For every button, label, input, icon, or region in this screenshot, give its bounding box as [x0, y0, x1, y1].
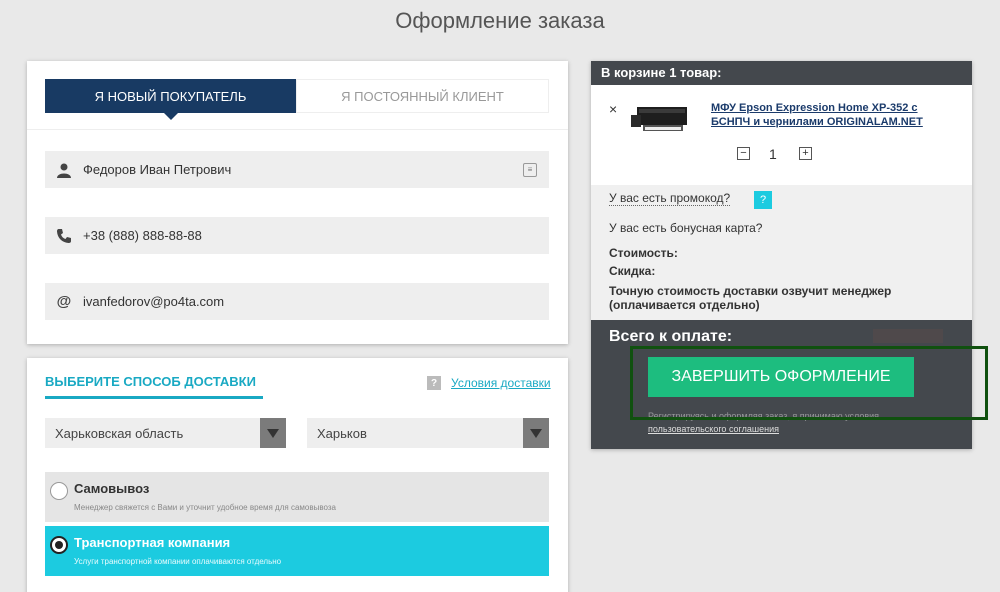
name-value: Федоров Иван Петрович — [83, 162, 232, 177]
customer-card: Я новый покупатель Я постоянный клиент Ф… — [27, 61, 568, 344]
chevron-down-icon[interactable] — [260, 418, 286, 448]
discount-label: Скидка: — [609, 264, 656, 278]
phone-icon — [55, 227, 73, 245]
cost-label: Стоимость: — [609, 246, 678, 260]
quantity-plus-button[interactable]: + — [799, 147, 812, 160]
region-value: Харьковская область — [55, 425, 184, 441]
total-value-blurred — [873, 329, 943, 343]
quantity-minus-button[interactable]: − — [737, 147, 750, 160]
tab-returning-customer[interactable]: Я постоянный клиент — [296, 79, 549, 113]
question-icon[interactable]: ? — [427, 376, 441, 390]
option-name: Самовывоз — [74, 481, 150, 496]
delivery-option-pickup[interactable]: Самовывоз Менеджер свяжется с Вами и уто… — [45, 472, 549, 522]
delivery-terms-link[interactable]: Условия доставки — [451, 376, 551, 390]
delivery-option-transport[interactable]: Транспортная компания Услуги транспортно… — [45, 526, 549, 576]
user-icon — [55, 161, 73, 179]
bonus-card-link[interactable]: У вас есть бонусная карта? — [609, 221, 762, 235]
highlight-box — [630, 346, 988, 420]
shipping-note: Точную стоимость доставки озвучит менедж… — [609, 284, 892, 312]
option-name: Транспортная компания — [74, 535, 231, 550]
tab-new-customer[interactable]: Я новый покупатель — [45, 79, 296, 120]
agreement-link[interactable]: пользовательского соглашения — [648, 424, 779, 434]
phone-field[interactable]: +38 (888) 888-88-88 — [45, 217, 549, 254]
product-link[interactable]: МФУ Epson Expression Home XP-352 с БСНПЧ… — [711, 101, 951, 129]
page-title: Оформление заказа — [395, 8, 605, 33]
phone-value: +38 (888) 888-88-88 — [83, 228, 202, 243]
transport-radio[interactable] — [50, 536, 68, 554]
product-image — [631, 105, 693, 135]
email-value: ivanfedorov@po4ta.com — [83, 294, 225, 309]
delivery-title-underline — [45, 396, 263, 399]
option-description: Услуги транспортной компании оплачиваютс… — [74, 557, 282, 566]
promo-help-icon[interactable]: ? — [754, 191, 772, 209]
cart-summary: У вас есть промокод? ? У вас есть бонусн… — [591, 185, 972, 320]
at-icon: @ — [56, 293, 72, 310]
divider — [27, 129, 568, 130]
email-field[interactable]: @ ivanfedorov@po4ta.com — [45, 283, 549, 320]
city-value: Харьков — [317, 425, 367, 441]
chevron-down-icon[interactable] — [523, 418, 549, 448]
delivery-title: Выберите способ доставки — [45, 374, 256, 389]
contact-card-icon[interactable]: ≡ — [523, 162, 537, 177]
option-description: Менеджер свяжется с Вами и уточнит удобн… — [74, 503, 336, 512]
promo-code-link[interactable]: У вас есть промокод? — [609, 191, 731, 206]
delivery-card: Выберите способ доставки ? Условия доста… — [27, 358, 568, 592]
customer-tabs: Я новый покупатель Я постоянный клиент — [45, 79, 549, 120]
remove-item-icon[interactable]: × — [609, 101, 617, 117]
region-select[interactable]: Харьковская область — [45, 418, 286, 448]
name-field[interactable]: Федоров Иван Петрович ≡ — [45, 151, 549, 188]
cart-header: В корзине 1 товар: — [591, 61, 972, 85]
total-label: Всего к оплате: — [609, 328, 733, 345]
quantity-value: 1 — [769, 146, 777, 162]
city-select[interactable]: Харьков — [307, 418, 549, 448]
pickup-radio[interactable] — [50, 482, 68, 500]
